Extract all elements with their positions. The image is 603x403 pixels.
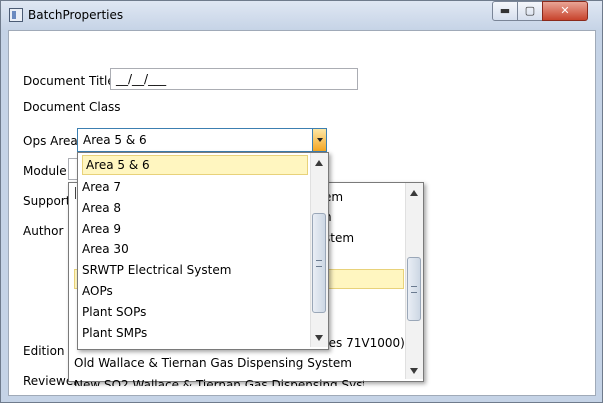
- chevron-down-icon[interactable]: [312, 129, 326, 151]
- maximize-button[interactable]: ▢: [517, 1, 543, 21]
- edition-label: Edition: [23, 344, 65, 358]
- app-icon: [9, 8, 23, 22]
- list-item[interactable]: Plant SOPs: [82, 302, 146, 322]
- scroll-thumb[interactable]: [407, 257, 421, 321]
- list-item[interactable]: SRWTP Electrical System: [82, 260, 231, 280]
- scroll-up-icon[interactable]: [311, 155, 327, 171]
- title-bar[interactable]: BatchProperties ▬ ▢ ✕: [0, 0, 601, 30]
- document-title-input[interactable]: __/__/___: [110, 68, 358, 90]
- author-label: Author: [23, 224, 64, 238]
- minimize-button[interactable]: ▬: [492, 1, 518, 21]
- list-item[interactable]: Area 30: [82, 239, 129, 259]
- ops-area-value: Area 5 & 6: [83, 133, 147, 147]
- list-item[interactable]: Area 9: [82, 219, 121, 239]
- scroll-down-icon[interactable]: [406, 363, 422, 379]
- ops-area-scrollbar[interactable]: [310, 153, 328, 347]
- module-label: Module: [23, 164, 67, 178]
- list-item[interactable]: Area 8: [82, 198, 121, 218]
- ops-area-dropdown-list[interactable]: Area 5 & 6 Area 7 Area 8 Area 9 Area 30 …: [77, 152, 329, 350]
- list-item-selected[interactable]: Area 5 & 6: [82, 155, 308, 175]
- list-item-cut[interactable]: New SO2 Wallace & Tiernan Gas Dispensing…: [74, 372, 364, 386]
- ops-area-combobox[interactable]: Area 5 & 6: [77, 128, 327, 152]
- support-label: Support: [23, 194, 71, 208]
- document-class-label: Document Class: [23, 100, 121, 114]
- list-item[interactable]: AOPs: [82, 281, 113, 301]
- list-item[interactable]: Area 7: [82, 177, 121, 197]
- list-item[interactable]: Plant SMPs: [82, 323, 147, 343]
- scroll-thumb[interactable]: [312, 213, 326, 313]
- scroll-up-icon[interactable]: [406, 185, 422, 201]
- window-title: BatchProperties: [28, 8, 124, 22]
- document-title-label: Document Title: [23, 74, 115, 88]
- close-button[interactable]: ✕: [542, 1, 588, 21]
- ops-area-label: Ops Area: [23, 134, 78, 148]
- list-item[interactable]: Old Wallace & Tiernan Gas Dispensing Sys…: [74, 353, 352, 373]
- module-scrollbar[interactable]: [405, 183, 423, 379]
- scroll-down-icon[interactable]: [311, 330, 327, 346]
